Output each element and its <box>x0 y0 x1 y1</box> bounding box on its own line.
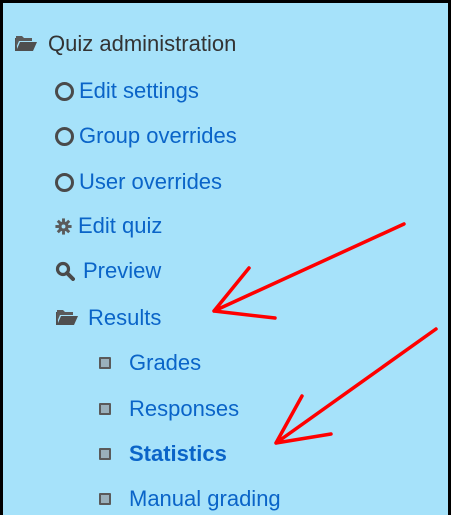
bullet-icon <box>99 448 111 460</box>
nav-item-label[interactable]: User overrides <box>79 171 222 193</box>
bullet-icon <box>99 357 111 369</box>
bullet-icon <box>99 403 111 415</box>
nav-subitem-manual-grading[interactable]: Manual grading <box>93 488 281 510</box>
circle-icon <box>55 126 74 146</box>
folder-open-icon <box>14 35 38 53</box>
magnifier-icon <box>55 261 75 281</box>
circle-icon <box>55 172 74 192</box>
circle-icon <box>55 81 74 101</box>
nav-subitem-label[interactable]: Responses <box>129 398 239 420</box>
nav-item-results[interactable]: Results <box>55 307 161 329</box>
nav-root-quiz-administration[interactable]: Quiz administration <box>14 33 236 55</box>
nav-subitem-label-current[interactable]: Statistics <box>129 443 227 465</box>
bullet-icon <box>99 493 111 505</box>
quiz-admin-panel: Quiz administration Edit settings Group … <box>0 0 451 515</box>
nav-subitem-statistics[interactable]: Statistics <box>93 443 227 465</box>
nav-subitem-label[interactable]: Grades <box>129 352 201 374</box>
nav-item-user-overrides[interactable]: User overrides <box>55 171 222 193</box>
nav-item-group-overrides[interactable]: Group overrides <box>55 125 237 147</box>
nav-item-label[interactable]: Group overrides <box>79 125 237 147</box>
nav-item-label[interactable]: Preview <box>83 260 161 282</box>
nav-item-preview[interactable]: Preview <box>55 260 161 282</box>
nav-item-edit-quiz[interactable]: Edit quiz <box>55 215 162 237</box>
nav-item-label[interactable]: Edit quiz <box>78 215 162 237</box>
nav-root-label: Quiz administration <box>48 31 237 56</box>
nav-item-label[interactable]: Edit settings <box>79 80 199 102</box>
nav-item-label[interactable]: Results <box>88 307 161 329</box>
gear-icon <box>55 217 72 235</box>
nav-item-edit-settings[interactable]: Edit settings <box>55 80 199 102</box>
nav-subitem-responses[interactable]: Responses <box>93 398 239 420</box>
nav-subitem-grades[interactable]: Grades <box>93 352 201 374</box>
folder-open-icon <box>55 309 79 327</box>
nav-subitem-label[interactable]: Manual grading <box>129 488 281 510</box>
